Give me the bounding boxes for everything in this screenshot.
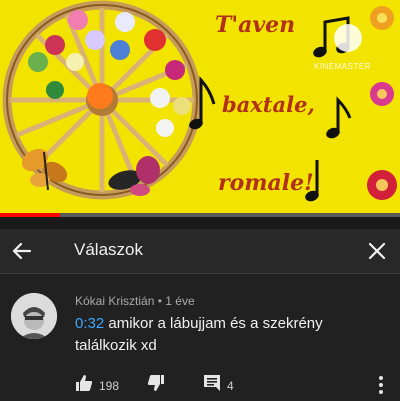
panel-divider [0,217,400,229]
dislike-button[interactable] [147,374,165,397]
video-player[interactable]: T'aven baxtale, romale! KINEMASTER [0,0,400,213]
comment-actions: 198 4 [75,374,395,396]
thumbs-up-icon [75,374,93,397]
like-button[interactable]: 198 [75,374,119,397]
comment-text: 0:32 amikor a lábujjam és a szekrény tal… [75,313,375,357]
kinemaster-watermark: KINEMASTER [314,62,372,71]
comment-meta: Kókai Krisztián • 1 éve [75,294,195,308]
replies-header: Válaszok [0,229,400,273]
kinemaster-logo [334,24,362,52]
comment-age: 1 éve [165,294,195,308]
comment-author[interactable]: Kókai Krisztián [75,294,154,308]
video-frame-illustration [2,0,397,202]
song-line-1: T'aven [215,12,296,38]
arrow-left-icon[interactable] [8,237,36,265]
reply-button[interactable]: 4 [203,374,234,397]
panel-title: Válaszok [74,240,143,259]
comment-item: Kókai Krisztián • 1 éve 0:32 amikor a lá… [0,274,400,400]
thumbs-down-icon [147,374,165,397]
meta-separator: • [157,294,162,308]
timestamp-link[interactable]: 0:32 [75,315,104,332]
reply-count: 4 [227,378,234,393]
avatar[interactable] [11,293,57,339]
comment-icon [203,374,221,397]
song-line-3: romale! [218,170,314,196]
comment-body: amikor a lábujjam és a szekrény találkoz… [75,315,323,354]
more-options-icon[interactable] [372,374,390,396]
like-count: 198 [99,378,120,393]
song-line-2: baxtale, [222,92,315,117]
close-icon[interactable] [363,237,391,265]
